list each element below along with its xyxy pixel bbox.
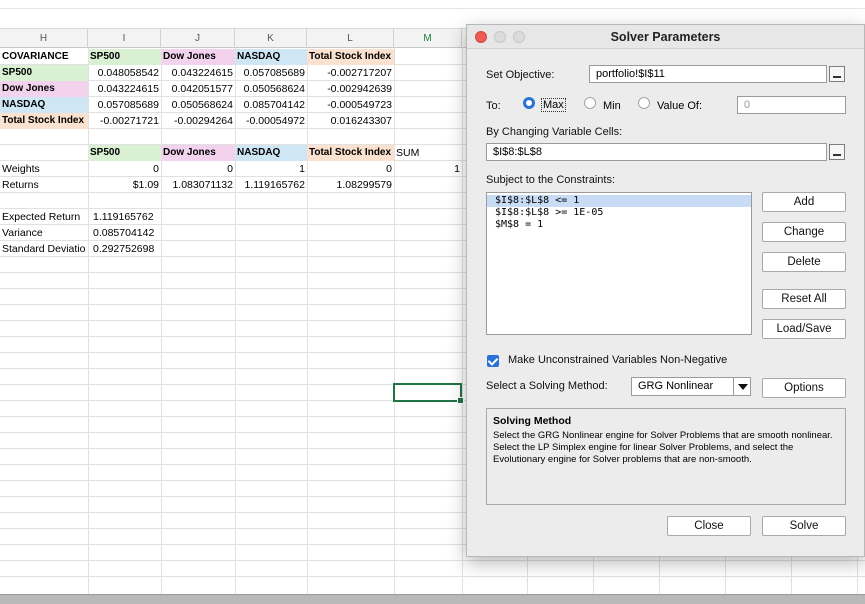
cov-row-label[interactable]: Dow Jones xyxy=(0,81,88,97)
value-of-radio-label[interactable]: Value Of: xyxy=(657,100,702,112)
delete-button[interactable]: Delete xyxy=(762,252,846,272)
nonneg-checkbox[interactable] xyxy=(487,355,499,367)
cov-cell[interactable]: 0.050568624 xyxy=(235,81,307,97)
min-radio[interactable] xyxy=(584,97,596,109)
max-radio-label[interactable]: Max xyxy=(541,98,566,112)
return-cell[interactable]: $1.09 xyxy=(88,177,161,193)
solver-parameters-dialog: Solver Parameters Set Objective: portfol… xyxy=(466,24,865,557)
column-header-j[interactable]: J xyxy=(161,29,235,48)
constraints-list[interactable]: $I$8:$L$8 <= 1 $I$8:$L$8 >= 1E-05 $M$8 =… xyxy=(486,192,752,335)
dialog-title: Solver Parameters xyxy=(610,30,721,44)
value-of-input[interactable]: 0 xyxy=(737,96,846,114)
cov-header-sp500[interactable]: SP500 xyxy=(88,49,161,65)
max-radio[interactable] xyxy=(523,97,535,109)
stat-value[interactable]: 0.292752698 xyxy=(88,241,161,257)
constraint-item[interactable]: $I$8:$L$8 >= 1E-05 xyxy=(487,207,751,219)
cov-cell[interactable]: 0.043224615 xyxy=(88,81,161,97)
cov-header-nasdaq[interactable]: NASDAQ xyxy=(235,49,307,65)
return-cell[interactable]: 1.119165762 xyxy=(235,177,307,193)
solving-method-description: Select the GRG Nonlinear engine for Solv… xyxy=(493,430,833,465)
cov-cell[interactable]: 0.085704142 xyxy=(235,97,307,113)
load-save-button[interactable]: Load/Save xyxy=(762,319,846,339)
returns-label[interactable]: Returns xyxy=(0,177,88,193)
stat-label[interactable]: Standard Deviatio xyxy=(0,241,88,257)
cov-row-label[interactable]: Total Stock Index xyxy=(0,113,88,129)
return-cell[interactable]: 1.08299579 xyxy=(307,177,394,193)
cov-cell[interactable]: -0.00054972 xyxy=(235,113,307,129)
solving-method-label: Select a Solving Method: xyxy=(486,380,608,392)
weight-cell[interactable]: 0 xyxy=(307,161,394,177)
column-header-m[interactable]: M xyxy=(394,29,462,48)
cov-cell[interactable]: 0.043224615 xyxy=(161,65,235,81)
options-button[interactable]: Options xyxy=(762,378,846,398)
stat-label[interactable]: Expected Return xyxy=(0,209,88,225)
solve-button[interactable]: Solve xyxy=(762,516,846,536)
stat-value[interactable]: 1.119165762 xyxy=(88,209,161,225)
portfolio-header-sum[interactable]: SUM xyxy=(394,145,462,161)
cov-row-label[interactable]: NASDAQ xyxy=(0,97,88,113)
cov-cell[interactable]: 0.048058542 xyxy=(88,65,161,81)
cov-cell[interactable]: 0.042051577 xyxy=(161,81,235,97)
weights-label[interactable]: Weights xyxy=(0,161,88,177)
column-header-l[interactable]: L xyxy=(307,29,394,48)
value-of-radio[interactable] xyxy=(638,97,650,109)
min-radio-label[interactable]: Min xyxy=(603,100,621,112)
add-button[interactable]: Add xyxy=(762,192,846,212)
portfolio-header-nasdaq[interactable]: NASDAQ xyxy=(235,145,307,161)
weight-cell[interactable]: 0 xyxy=(88,161,161,177)
stat-value[interactable]: 0.085704142 xyxy=(88,225,161,241)
portfolio-header-dowjones[interactable]: Dow Jones xyxy=(161,145,235,161)
changing-cells-range-picker-icon[interactable] xyxy=(829,144,845,160)
portfolio-header-total[interactable]: Total Stock Index xyxy=(307,145,394,161)
column-header-h[interactable]: H xyxy=(0,29,88,48)
dialog-titlebar[interactable]: Solver Parameters xyxy=(467,25,864,49)
changing-cells-label: By Changing Variable Cells: xyxy=(486,126,623,138)
cov-cell[interactable]: -0.000549723 xyxy=(307,97,394,113)
objective-range-picker-icon[interactable] xyxy=(829,66,845,82)
cov-cell[interactable]: 0.057085689 xyxy=(88,97,161,113)
constraints-label: Subject to the Constraints: xyxy=(486,174,616,186)
solving-method-select[interactable]: GRG Nonlinear xyxy=(631,377,751,396)
set-objective-label: Set Objective: xyxy=(486,69,555,81)
reset-all-button[interactable]: Reset All xyxy=(762,289,846,309)
close-button[interactable]: Close xyxy=(667,516,751,536)
cov-header-dowjones[interactable]: Dow Jones xyxy=(161,49,235,65)
changing-cells-input[interactable]: $I$8:$L$8 xyxy=(486,143,827,161)
chevron-down-icon[interactable] xyxy=(733,378,750,395)
cov-header-total[interactable]: Total Stock Index xyxy=(307,49,394,65)
cov-cell[interactable]: 0.050568624 xyxy=(161,97,235,113)
return-cell[interactable]: 1.083071132 xyxy=(161,177,235,193)
cov-cell[interactable]: 0.057085689 xyxy=(235,65,307,81)
cov-cell[interactable]: -0.002717207 xyxy=(307,65,394,81)
column-header-i[interactable]: I xyxy=(88,29,161,48)
portfolio-header-sp500[interactable]: SP500 xyxy=(88,145,161,161)
stat-label[interactable]: Variance xyxy=(0,225,88,241)
cov-row-label[interactable]: SP500 xyxy=(0,65,88,81)
weight-cell[interactable]: 1 xyxy=(235,161,307,177)
cov-cell[interactable]: 0.016243307 xyxy=(307,113,394,129)
solving-method-info: Solving Method Select the GRG Nonlinear … xyxy=(486,408,846,505)
solving-method-heading: Solving Method xyxy=(493,415,572,427)
column-header-k[interactable]: K xyxy=(235,29,307,48)
cov-cell[interactable]: -0.002942639 xyxy=(307,81,394,97)
active-cell-selection[interactable] xyxy=(393,383,464,404)
nonneg-label[interactable]: Make Unconstrained Variables Non-Negativ… xyxy=(508,354,727,366)
change-button[interactable]: Change xyxy=(762,222,846,242)
cov-cell[interactable]: -0.00271721 xyxy=(88,113,161,129)
weight-cell[interactable]: 0 xyxy=(161,161,235,177)
horizontal-scrollbar[interactable] xyxy=(0,594,865,604)
constraint-item[interactable]: $M$8 = 1 xyxy=(487,219,751,231)
constraint-item[interactable]: $I$8:$L$8 <= 1 xyxy=(487,195,751,207)
objective-input[interactable]: portfolio!$I$11 xyxy=(589,65,827,83)
weight-sum-cell[interactable]: 1 xyxy=(394,161,462,177)
cov-header-label[interactable]: COVARIANCE xyxy=(0,49,88,65)
cov-cell[interactable]: -0.00294264 xyxy=(161,113,235,129)
to-label: To: xyxy=(486,100,501,112)
solving-method-value: GRG Nonlinear xyxy=(638,380,714,392)
